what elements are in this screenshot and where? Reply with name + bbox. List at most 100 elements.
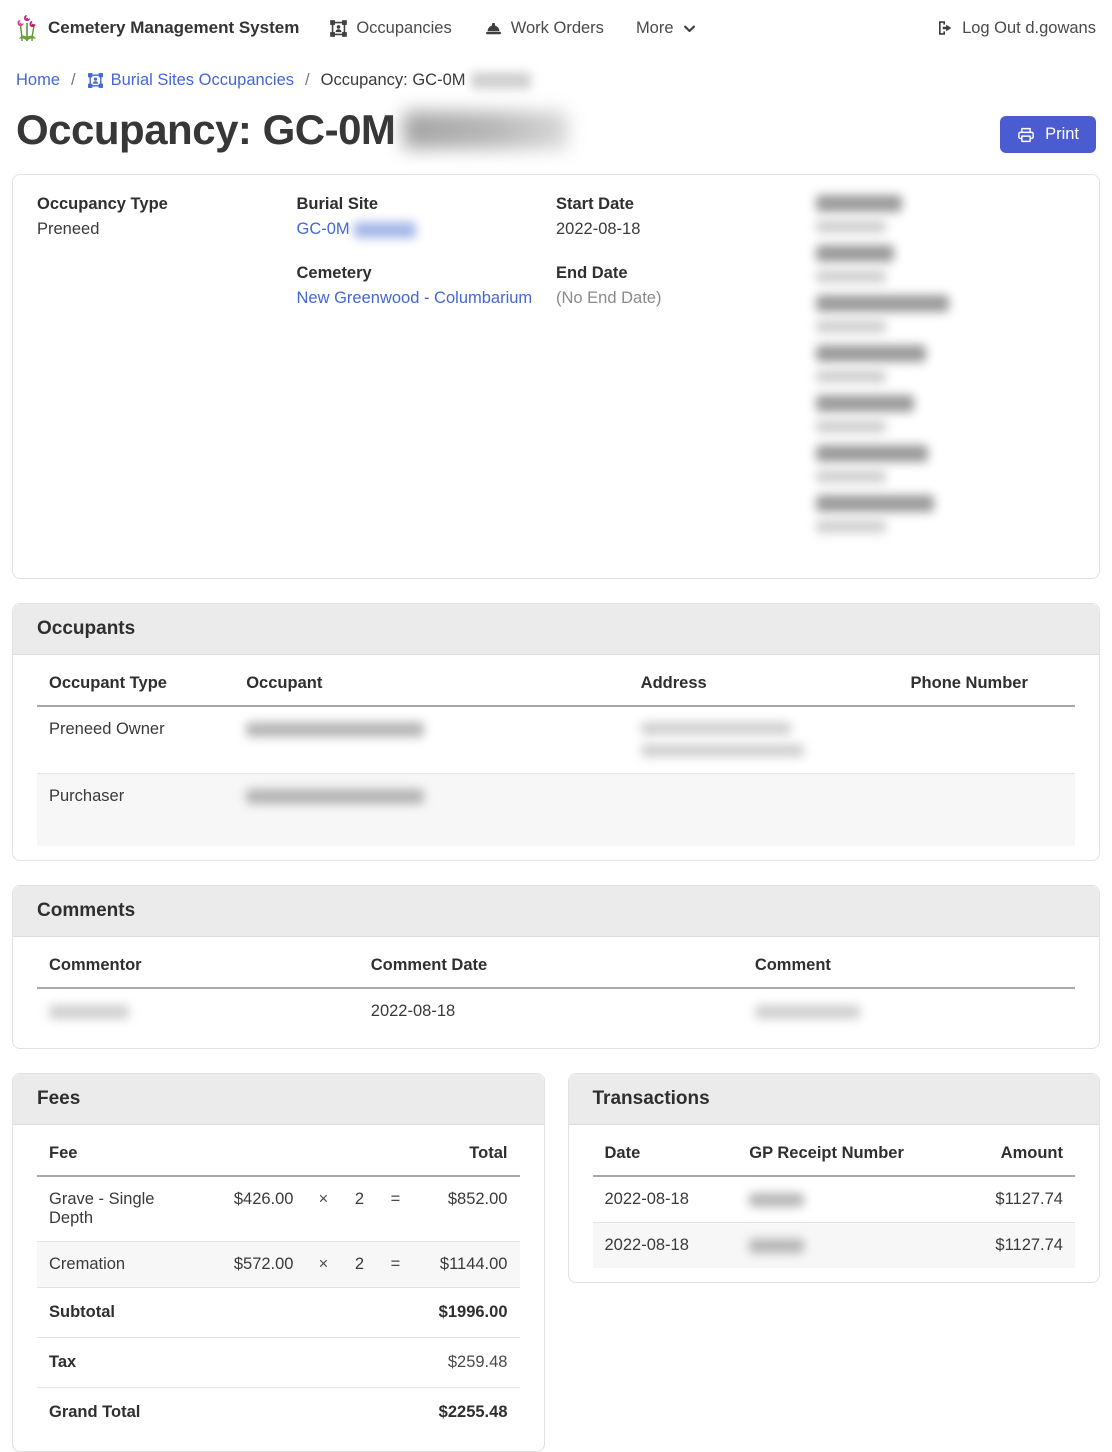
nav-item-label: More — [636, 19, 674, 38]
burial-site-link[interactable]: GC-0M — [297, 220, 417, 238]
logout-icon — [936, 19, 954, 37]
nav-item-work-orders[interactable]: Work Orders — [484, 19, 604, 38]
breadcrumb-current: Occupancy: GC-0M — [321, 71, 531, 90]
field-label: Burial Site — [297, 195, 557, 214]
column-header: Phone Number — [899, 659, 1075, 706]
fees-section-title: Fees — [13, 1074, 544, 1125]
redacted-field — [816, 195, 1076, 233]
column-header: Commentor — [37, 941, 359, 988]
redacted-text — [246, 722, 424, 737]
column-header: Fee — [37, 1129, 414, 1176]
redacted-text — [755, 1005, 860, 1019]
transactions-card: Transactions Date GP Receipt Number Amou… — [568, 1073, 1101, 1283]
details-column-2: Burial Site GC-0M Cemetery New Greenwood… — [297, 195, 557, 558]
details-column-1: Occupancy Type Preneed — [37, 195, 297, 558]
comments-table-wrap: Commentor Comment Date Comment 2022-08-1… — [13, 937, 1099, 1048]
table-row: 2022-08-18 — [37, 988, 1075, 1034]
field-value: Preneed — [37, 220, 297, 239]
cemetery-link[interactable]: New Greenwood - Columbarium — [297, 289, 533, 307]
redacted-field — [816, 495, 1076, 533]
print-button[interactable]: Print — [1000, 116, 1096, 153]
redacted-text — [641, 744, 804, 757]
column-header: GP Receipt Number — [737, 1129, 959, 1176]
table-header-row: Fee Total — [37, 1129, 520, 1176]
summary-label: Subtotal — [37, 1288, 414, 1338]
logout-button[interactable]: Log Out d.gowans — [936, 19, 1096, 38]
redacted-text — [354, 222, 416, 238]
breadcrumb-occupancies-label: Burial Sites Occupancies — [111, 71, 294, 90]
tulip-logo-icon — [16, 14, 39, 42]
details-column-redacted — [816, 195, 1076, 558]
amount-cell: $1127.74 — [959, 1176, 1075, 1223]
nav-item-more[interactable]: More — [636, 19, 697, 38]
redacted-text — [403, 111, 568, 149]
occupant-cell — [234, 774, 628, 847]
fee-qty-cell: 2 — [342, 1242, 378, 1288]
occupancy-details-card: Occupancy Type Preneed Burial Site GC-0M… — [12, 174, 1100, 579]
redacted-text — [246, 789, 424, 804]
column-header: Occupant — [234, 659, 628, 706]
column-header: Comment — [743, 941, 1075, 988]
nav-item-label: Occupancies — [356, 19, 451, 38]
table-header-row: Date GP Receipt Number Amount — [593, 1129, 1076, 1176]
occupant-type-cell: Purchaser — [37, 774, 234, 847]
fee-name-cell: Grave - Single Depth — [37, 1176, 210, 1242]
address-cell — [629, 774, 899, 847]
page-head: Occupancy: GC-0M Print — [0, 102, 1112, 174]
hardhat-icon — [484, 19, 503, 38]
page-title: Occupancy: GC-0M — [16, 106, 568, 154]
field-burial-site: Burial Site GC-0M — [297, 195, 557, 239]
app-brand[interactable]: Cemetery Management System — [16, 14, 299, 42]
top-navbar: Cemetery Management System Occupancies — [0, 0, 1112, 56]
logout-label: Log Out d.gowans — [962, 19, 1096, 38]
field-label: Cemetery — [297, 264, 557, 283]
bottom-row: Fees Fee Total Grave - Single Depth $426… — [12, 1073, 1100, 1452]
occupant-cell — [234, 706, 628, 774]
nav-item-occupancies[interactable]: Occupancies — [329, 19, 451, 38]
printer-icon — [1017, 126, 1035, 144]
breadcrumb-separator: / — [71, 71, 76, 90]
occupancies-icon — [329, 19, 348, 38]
fee-times-cell: × — [306, 1176, 342, 1242]
redacted-text — [749, 1239, 804, 1253]
column-header: Occupant Type — [37, 659, 234, 706]
occupancies-icon — [87, 72, 104, 89]
field-label: Occupancy Type — [37, 195, 297, 214]
gp-receipt-cell — [737, 1223, 959, 1269]
redacted-field — [816, 445, 1076, 483]
fee-total-cell: $1144.00 — [414, 1242, 520, 1288]
fees-table-wrap: Fee Total Grave - Single Depth $426.00 ×… — [13, 1125, 544, 1451]
breadcrumb-occupancies-link[interactable]: Burial Sites Occupancies — [87, 71, 294, 90]
transactions-table: Date GP Receipt Number Amount 2022-08-18… — [593, 1129, 1076, 1268]
phone-cell — [899, 706, 1075, 774]
field-value: (No End Date) — [556, 289, 816, 308]
table-header-row: Commentor Comment Date Comment — [37, 941, 1075, 988]
transaction-date-cell: 2022-08-18 — [593, 1176, 738, 1223]
summary-label: Grand Total — [37, 1388, 414, 1438]
field-start-date: Start Date 2022-08-18 — [556, 195, 816, 239]
fee-name-cell: Cremation — [37, 1242, 210, 1288]
fees-card: Fees Fee Total Grave - Single Depth $426… — [12, 1073, 545, 1452]
breadcrumb-separator: / — [305, 71, 310, 90]
table-row: Cremation $572.00 × 2 = $1144.00 — [37, 1242, 520, 1288]
transactions-table-wrap: Date GP Receipt Number Amount 2022-08-18… — [569, 1125, 1100, 1282]
table-row: Preneed Owner — [37, 706, 1075, 774]
field-value: GC-0M — [297, 220, 557, 239]
print-button-label: Print — [1045, 125, 1079, 144]
breadcrumb-home-link[interactable]: Home — [16, 71, 60, 90]
commentor-cell — [37, 988, 359, 1034]
field-end-date: End Date (No End Date) — [556, 264, 816, 308]
redacted-field — [816, 245, 1076, 283]
amount-cell: $1127.74 — [959, 1223, 1075, 1269]
field-value: New Greenwood - Columbarium — [297, 289, 557, 308]
nav-item-label: Work Orders — [511, 19, 604, 38]
fee-total-cell: $852.00 — [414, 1176, 520, 1242]
fee-price-cell: $426.00 — [210, 1176, 306, 1242]
redacted-text — [641, 722, 791, 735]
summary-value: $1996.00 — [414, 1288, 520, 1338]
field-cemetery: Cemetery New Greenwood - Columbarium — [297, 264, 557, 308]
table-row: 2022-08-18 $1127.74 — [593, 1176, 1076, 1223]
details-column-3: Start Date 2022-08-18 End Date (No End D… — [556, 195, 816, 558]
table-row: Purchaser — [37, 774, 1075, 847]
fee-equals-cell: = — [378, 1242, 414, 1288]
